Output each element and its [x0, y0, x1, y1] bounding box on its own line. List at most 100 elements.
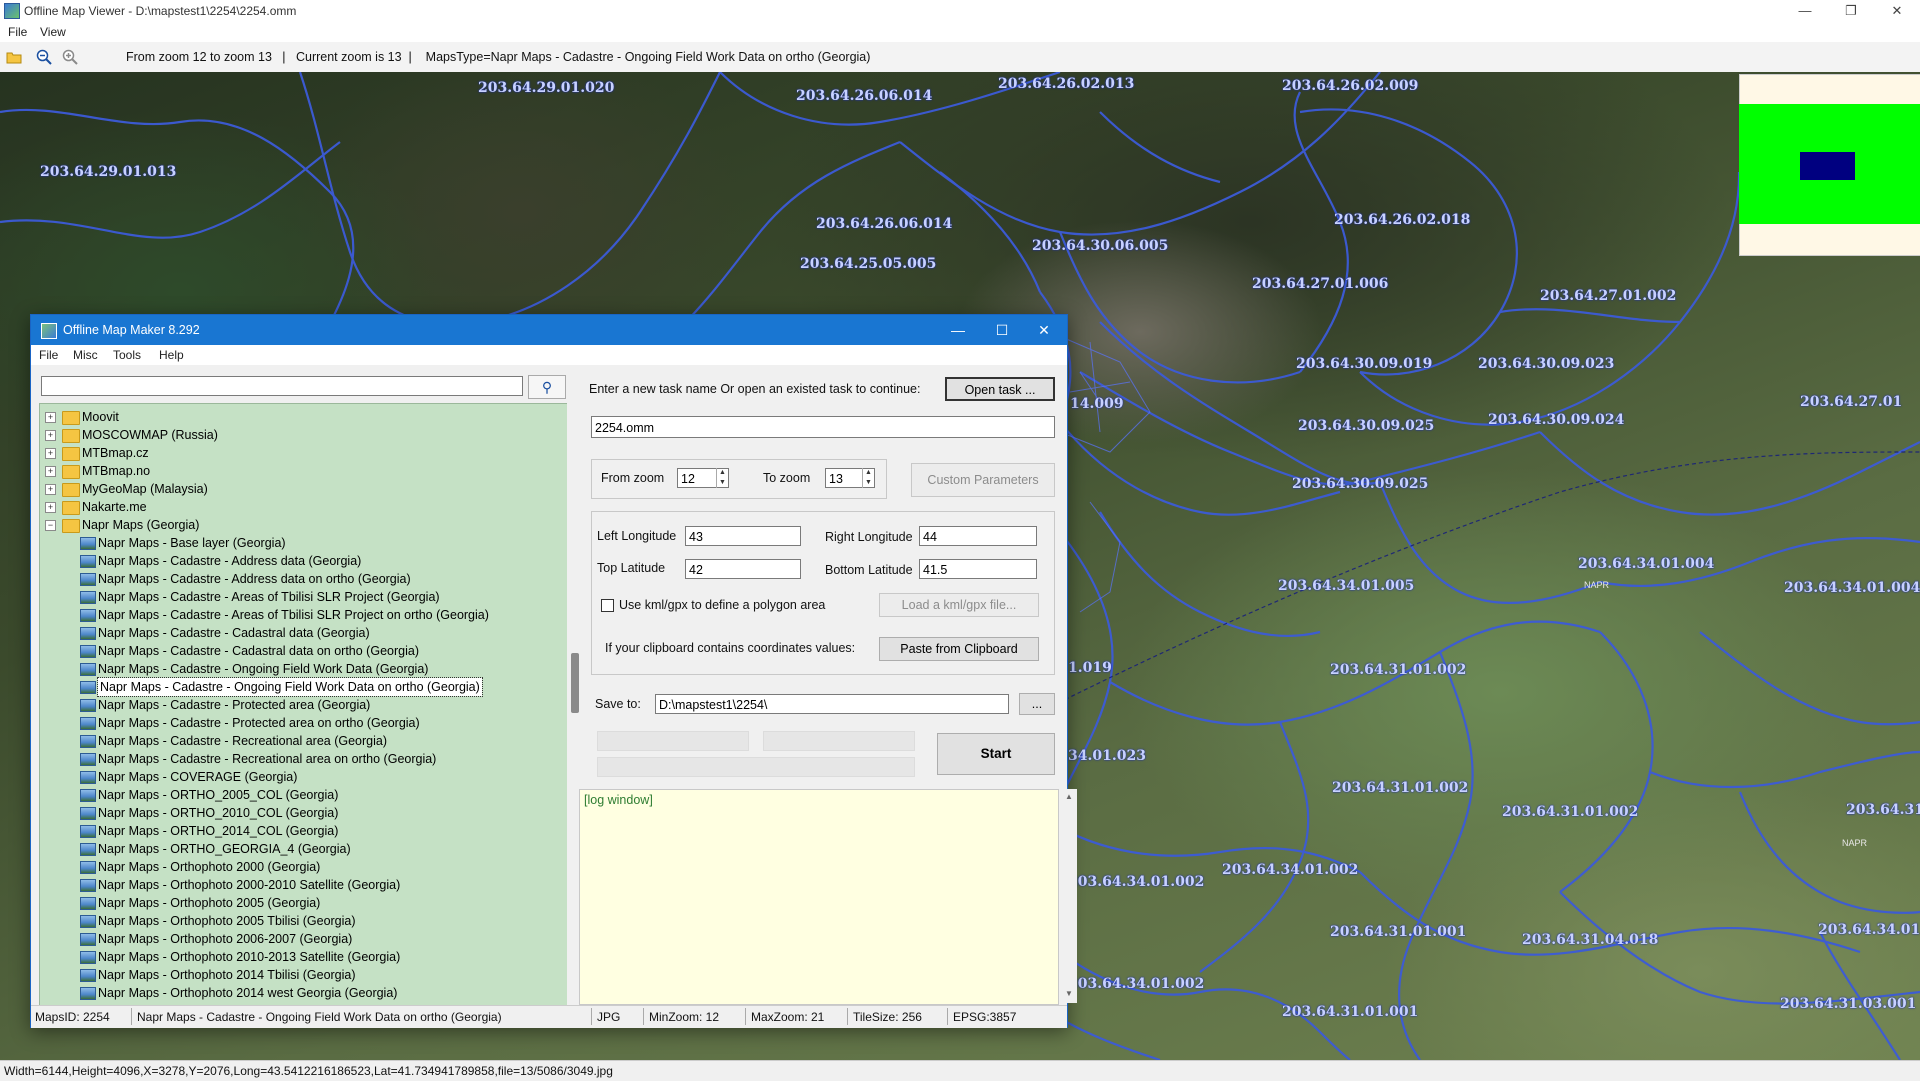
bottom-latitude-input[interactable]: 41.5: [919, 559, 1037, 579]
tree-folder[interactable]: + MTBmap.no: [40, 462, 568, 480]
expand-icon[interactable]: +: [45, 430, 56, 441]
tree-item[interactable]: Napr Maps - Orthophoto 2014 Tbilisi (Geo…: [40, 966, 568, 984]
tree-item-label: Napr Maps - Orthophoto 2005 Tbilisi (Geo…: [98, 914, 356, 928]
tree-item[interactable]: Napr Maps - ORTHO_GEORGIA_4 (Georgia): [40, 840, 568, 858]
menu-view[interactable]: View: [40, 25, 66, 39]
log-window[interactable]: [log window]: [579, 789, 1059, 1005]
tree-item-label: MOSCOWMAP (Russia): [82, 428, 218, 442]
close-icon[interactable]: ✕: [1874, 0, 1920, 22]
to-zoom-label: To zoom: [763, 471, 811, 485]
close-icon[interactable]: ✕: [1021, 315, 1067, 345]
parcel-label: 203.64.30.09.019: [1296, 356, 1433, 372]
tree-item-label: Moovit: [82, 410, 119, 424]
tree-item[interactable]: Napr Maps - Orthophoto 2000-2010 Satelli…: [40, 876, 568, 894]
tree-item[interactable]: Napr Maps - Orthophoto 2014 west Georgia…: [40, 984, 568, 1002]
task-name-input[interactable]: 2254.omm: [591, 416, 1055, 438]
save-to-input[interactable]: D:\mapstest1\2254\: [655, 694, 1009, 714]
tree-item[interactable]: Napr Maps - Cadastre - Protected area on…: [40, 714, 568, 732]
menu-file[interactable]: File: [8, 25, 27, 39]
tree-item[interactable]: Napr Maps - Orthophoto 2005 Tbilisi (Geo…: [40, 912, 568, 930]
open-task-button[interactable]: Open task ...: [945, 377, 1055, 401]
tree-folder[interactable]: − Napr Maps (Georgia): [40, 516, 568, 534]
tree-item[interactable]: Napr Maps - Cadastre - Protected area (G…: [40, 696, 568, 714]
tree-folder[interactable]: + Moovit: [40, 408, 568, 426]
restore-icon[interactable]: ❐: [1828, 0, 1874, 22]
offline-map-maker-window: Offline Map Maker 8.292 — ☐ ✕ File Misc …: [30, 314, 1077, 1028]
log-scrollbar[interactable]: ▲ ▼: [1061, 789, 1077, 1003]
expand-icon[interactable]: +: [45, 502, 56, 513]
right-longitude-input[interactable]: 44: [919, 526, 1037, 546]
tree-item[interactable]: Napr Maps - Cadastre - Cadastral data on…: [40, 642, 568, 660]
from-zoom-spinner[interactable]: ▲ ▼: [716, 468, 728, 488]
menu-help[interactable]: Help: [159, 348, 184, 362]
parcel-label: 203.64.31.01.002: [1332, 780, 1469, 796]
zoom-in-icon[interactable]: [62, 49, 78, 65]
tree-item[interactable]: Napr Maps - Cadastre - Cadastral data (G…: [40, 624, 568, 642]
top-latitude-input[interactable]: 42: [685, 559, 801, 579]
status-epsg: EPSG:3857: [953, 1010, 1017, 1024]
expand-icon[interactable]: +: [45, 466, 56, 477]
overview-viewport[interactable]: [1800, 152, 1855, 180]
start-button[interactable]: Start: [937, 733, 1055, 775]
tree-folder[interactable]: + MTBmap.cz: [40, 444, 568, 462]
expand-icon[interactable]: +: [45, 448, 56, 459]
menu-file[interactable]: File: [39, 348, 58, 362]
from-zoom-input[interactable]: 12 ▲ ▼: [677, 468, 729, 488]
maximize-icon[interactable]: ☐: [979, 315, 1025, 345]
dialog-title: Offline Map Maker 8.292: [63, 323, 200, 337]
tree-item[interactable]: Napr Maps - ORTHO_2005_COL (Georgia): [40, 786, 568, 804]
minimize-icon[interactable]: —: [935, 315, 981, 345]
menu-misc[interactable]: Misc: [73, 348, 98, 362]
bottom-latitude-label: Bottom Latitude: [825, 563, 913, 577]
tree-item-label: Napr Maps - Cadastre - Areas of Tbilisi …: [98, 590, 440, 604]
to-zoom-spinner[interactable]: ▲ ▼: [862, 468, 874, 488]
tree-item[interactable]: Napr Maps - Cadastre - Ongoing Field Wor…: [40, 677, 568, 697]
tree-item[interactable]: Napr Maps - Cadastre - Areas of Tbilisi …: [40, 588, 568, 606]
maps-tree[interactable]: + Moovit + MOSCOWMAP (Russia) + MTBmap.cz + MTB…: [39, 403, 569, 1007]
minimize-icon[interactable]: —: [1782, 0, 1828, 22]
tree-folder[interactable]: + MOSCOWMAP (Russia): [40, 426, 568, 444]
open-folder-icon[interactable]: [6, 49, 22, 65]
tree-item[interactable]: Napr Maps - Cadastre - Recreational area…: [40, 750, 568, 768]
tree-item[interactable]: Napr Maps - Cadastre - Address data on o…: [40, 570, 568, 588]
menu-tools[interactable]: Tools: [113, 348, 141, 362]
scroll-down-icon[interactable]: ▼: [1065, 989, 1073, 998]
custom-parameters-button[interactable]: Custom Parameters: [911, 463, 1055, 497]
scroll-up-icon[interactable]: ▲: [1065, 792, 1073, 801]
expand-icon[interactable]: +: [45, 484, 56, 495]
browse-button[interactable]: ...: [1019, 693, 1055, 715]
load-kml-button[interactable]: Load a kml/gpx file...: [879, 593, 1039, 617]
map-layer-icon: [80, 555, 96, 568]
tree-folder[interactable]: + MyGeoMap (Malaysia): [40, 480, 568, 498]
tree-folder[interactable]: + Nakarte.me: [40, 498, 568, 516]
tree-item[interactable]: Napr Maps - Cadastre - Areas of Tbilisi …: [40, 606, 568, 624]
tree-item[interactable]: Napr Maps - ORTHO_2014_COL (Georgia): [40, 822, 568, 840]
search-button[interactable]: ⚲: [528, 375, 566, 399]
tree-item[interactable]: Napr Maps - Cadastre - Recreational area…: [40, 732, 568, 750]
status-max-zoom: MaxZoom: 21: [751, 1010, 825, 1024]
zoom-out-icon[interactable]: [36, 49, 52, 65]
tree-item[interactable]: Napr Maps - Cadastre - Ongoing Field Wor…: [40, 660, 568, 678]
dialog-titlebar[interactable]: Offline Map Maker 8.292 — ☐ ✕: [31, 315, 1067, 345]
tree-item[interactable]: Napr Maps - Orthophoto 2006-2007 (Georgi…: [40, 930, 568, 948]
map-layer-icon: [80, 987, 96, 1000]
tree-item[interactable]: Napr Maps - COVERAGE (Georgia): [40, 768, 568, 786]
expand-icon[interactable]: +: [45, 412, 56, 423]
tree-item[interactable]: Napr Maps - Orthophoto 2005 (Georgia): [40, 894, 568, 912]
parcel-label: 203.64.34.01: [1818, 922, 1920, 938]
search-input[interactable]: [41, 376, 523, 396]
tree-item[interactable]: Napr Maps - Base layer (Georgia): [40, 534, 568, 552]
left-longitude-input[interactable]: 43: [685, 526, 801, 546]
collapse-icon[interactable]: −: [45, 520, 56, 531]
tree-item[interactable]: Napr Maps - Orthophoto 2010-2013 Satelli…: [40, 948, 568, 966]
map-layer-icon: [80, 879, 96, 892]
parcel-label: 203.64.31.03.001: [1780, 996, 1917, 1012]
to-zoom-input[interactable]: 13 ▲ ▼: [825, 468, 875, 488]
tree-item[interactable]: Napr Maps - Cadastre - Address data (Geo…: [40, 552, 568, 570]
parcel-label: 203.64.34.01.004: [1578, 556, 1715, 572]
scroll-thumb[interactable]: [571, 653, 579, 713]
tree-item[interactable]: Napr Maps - ORTHO_2010_COL (Georgia): [40, 804, 568, 822]
paste-clipboard-button[interactable]: Paste from Clipboard: [879, 637, 1039, 661]
tree-item[interactable]: Napr Maps - Orthophoto 2000 (Georgia): [40, 858, 568, 876]
use-kml-checkbox[interactable]: [601, 599, 614, 612]
